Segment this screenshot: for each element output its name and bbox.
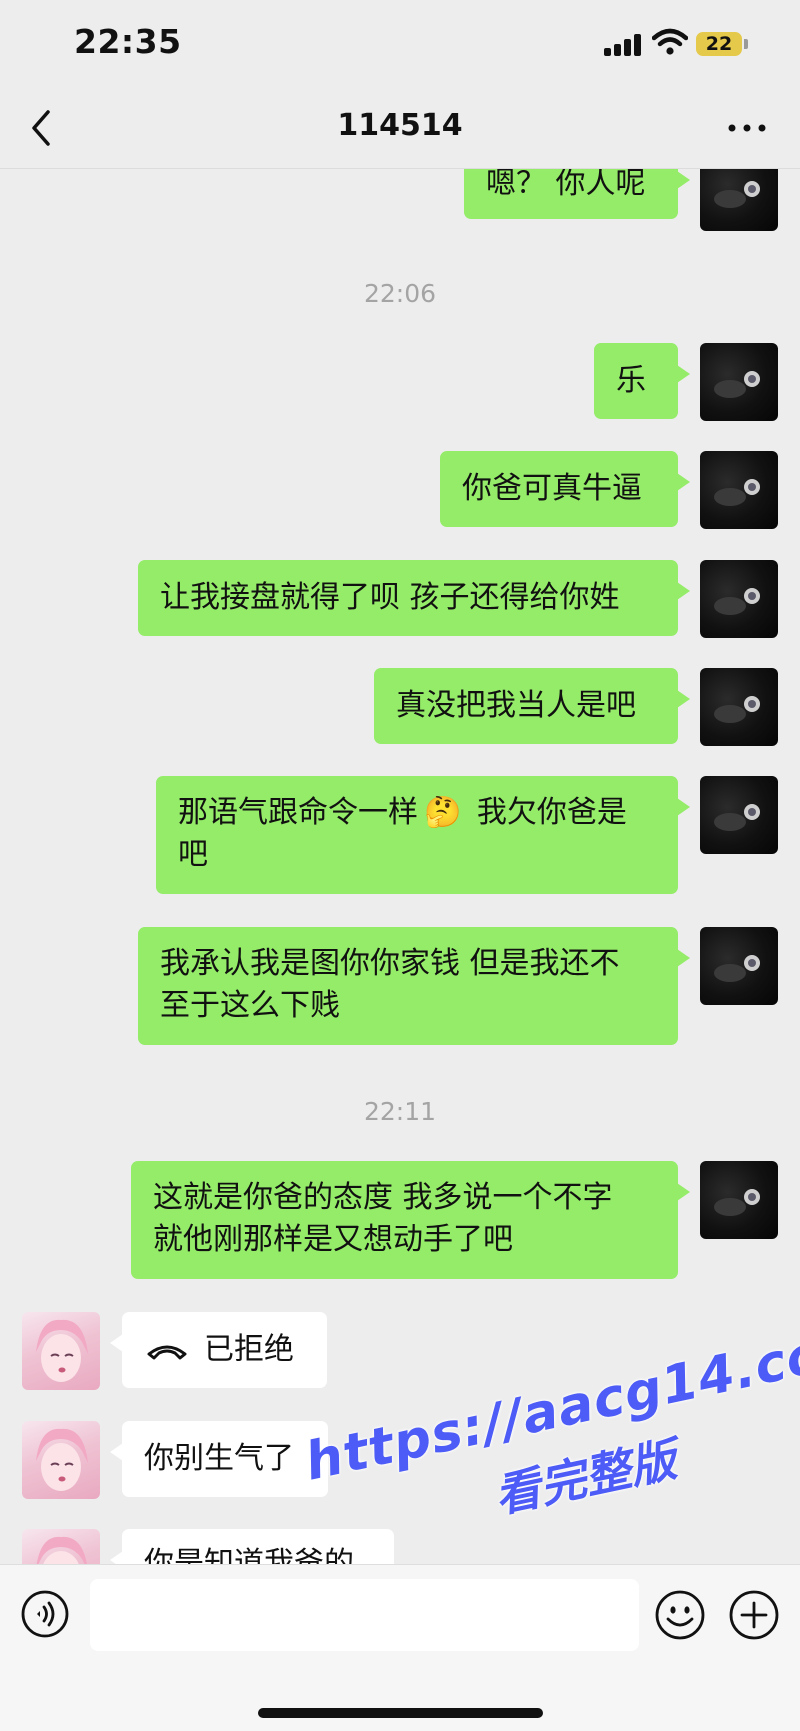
timestamp: 22:11 <box>363 1097 437 1126</box>
message-text: 你是知道我爸的 <box>144 1546 354 1564</box>
battery-tip <box>744 39 748 49</box>
home-indicator[interactable] <box>258 1708 543 1718</box>
message-bubble-sent[interactable]: 那语气跟命令一样 🤔 我欠你爸是 吧 <box>156 776 690 894</box>
message-text: 吧 <box>178 837 208 872</box>
message-list[interactable]: 嗯？ 你人呢 22:06 乐 你爸可真牛逼 让我接盘就得了呗 孩子还得给你姓 真… <box>0 169 800 1564</box>
message-bubble-sent[interactable]: 你爸可真牛逼 <box>440 451 690 527</box>
message-text: 乐 <box>616 363 646 398</box>
signal-icon <box>604 34 642 56</box>
call-record-bubble[interactable]: 已拒绝 <box>110 1312 327 1388</box>
message-text: 至于这么下贱 <box>160 988 340 1023</box>
contact-avatar[interactable] <box>22 1421 100 1499</box>
message-bubble-sent[interactable]: 嗯？ 你人呢 <box>464 169 690 219</box>
message-text: 你别生气了 <box>144 1441 294 1476</box>
wifi-icon <box>652 28 688 55</box>
message-bubble-sent[interactable]: 让我接盘就得了呗 孩子还得给你姓 <box>138 560 690 636</box>
message-bubble-sent[interactable]: 真没把我当人是吧 <box>374 668 690 744</box>
input-bar <box>0 1564 800 1731</box>
battery-icon: 22 <box>696 32 742 56</box>
chat-header: 114514 <box>0 92 800 169</box>
message-bubble-received[interactable]: 你是知道我爸的 <box>110 1529 394 1564</box>
message-text: 那语气跟命令一样 <box>178 795 418 830</box>
more-options-icon[interactable] <box>724 114 770 142</box>
emoji-icon[interactable] <box>654 1589 706 1641</box>
message-text: 就他刚那样是又想动手了吧 <box>153 1222 513 1257</box>
voice-input-icon[interactable] <box>20 1589 70 1639</box>
message-text: 我欠你爸是 <box>467 795 627 830</box>
message-text: 你爸可真牛逼 <box>462 471 642 506</box>
chat-title: 114514 <box>337 108 463 143</box>
my-avatar[interactable] <box>700 776 778 854</box>
message-input[interactable] <box>90 1579 639 1651</box>
my-avatar[interactable] <box>700 560 778 638</box>
contact-avatar[interactable] <box>22 1312 100 1390</box>
my-avatar[interactable] <box>700 1161 778 1239</box>
status-bar: 22:35 22 <box>0 0 800 92</box>
message-text: 我承认我是图你你家钱 但是我还不 <box>160 946 620 981</box>
message-text: 这就是你爸的态度 我多说一个不字 <box>153 1180 613 1215</box>
message-text: 真没把我当人是吧 <box>396 688 636 723</box>
status-time: 22:35 <box>74 22 182 61</box>
message-bubble-sent[interactable]: 乐 <box>594 343 690 419</box>
plus-icon[interactable] <box>728 1589 780 1641</box>
message-bubble-sent[interactable]: 这就是你爸的态度 我多说一个不字 就他刚那样是又想动手了吧 <box>131 1161 690 1279</box>
contact-avatar[interactable] <box>22 1529 100 1564</box>
message-text: 让我接盘就得了呗 孩子还得给你姓 <box>160 580 620 615</box>
my-avatar[interactable] <box>700 451 778 529</box>
thinking-emoji-icon: 🤔 <box>424 795 462 830</box>
my-avatar[interactable] <box>700 927 778 1005</box>
message-line: 那语气跟命令一样 🤔 我欠你爸是 <box>178 792 656 834</box>
message-bubble-sent[interactable]: 我承认我是图你你家钱 但是我还不 至于这么下贱 <box>138 927 690 1045</box>
phone-hangup-icon <box>147 1345 187 1360</box>
timestamp: 22:06 <box>363 279 437 308</box>
my-avatar[interactable] <box>700 169 778 231</box>
message-bubble-received[interactable]: 你别生气了 <box>110 1421 328 1497</box>
my-avatar[interactable] <box>700 668 778 746</box>
my-avatar[interactable] <box>700 343 778 421</box>
message-text: 嗯？ 你人呢 <box>486 169 646 201</box>
battery-level: 22 <box>705 33 733 55</box>
message-text: 已拒绝 <box>204 1332 294 1367</box>
